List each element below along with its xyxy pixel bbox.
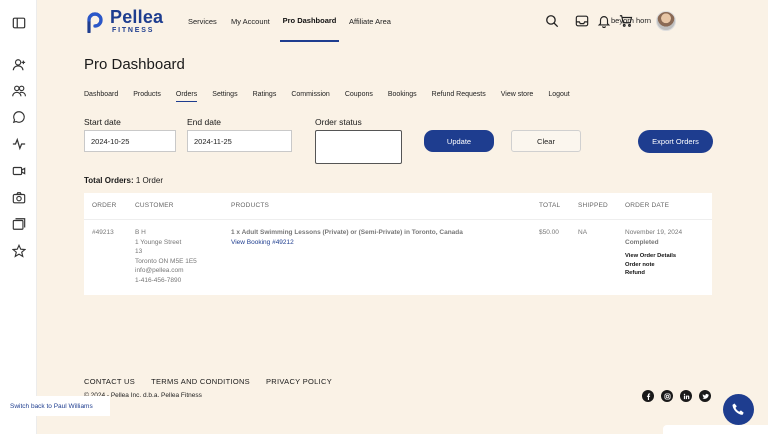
nav-pro-dashboard-label[interactable]: Pro Dashboard — [283, 16, 337, 25]
phone-icon — [732, 403, 744, 415]
subnav-view-store[interactable]: View store — [501, 91, 534, 102]
order-total: $50.00 — [539, 229, 559, 236]
footer-links: CONTACT US TERMS AND CONDITIONS PRIVACY … — [84, 377, 348, 386]
nav-pro-dashboard[interactable]: Pro Dashboard — [280, 0, 339, 42]
activity-icon[interactable] — [11, 136, 26, 151]
chat-icon[interactable] — [11, 109, 26, 124]
start-date-field[interactable]: 2024-10-25 — [84, 130, 176, 152]
header-products: PRODUCTS — [231, 202, 270, 209]
header-shipped: SHIPPED — [578, 202, 608, 209]
nav-services[interactable]: Services — [188, 0, 217, 42]
header-order: ORDER — [92, 202, 117, 209]
nav-my-account-label[interactable]: My Account — [231, 17, 270, 26]
page-title: Pro Dashboard — [84, 56, 185, 73]
nav-services-label[interactable]: Services — [188, 17, 217, 26]
twitter-icon[interactable] — [699, 390, 711, 402]
star-icon[interactable] — [11, 243, 26, 258]
linkedin-icon[interactable] — [680, 390, 692, 402]
brand-logo[interactable]: Pellea FITNESS — [84, 8, 163, 34]
product-cell: 1 x Adult Swimming Lessons (Private) or … — [231, 228, 531, 247]
search-icon[interactable] — [545, 14, 559, 28]
footer-contact-us[interactable]: CONTACT US — [84, 377, 135, 386]
header-divider — [84, 219, 712, 220]
inbox-icon[interactable] — [575, 14, 589, 28]
order-date: November 19, 2024 — [625, 229, 683, 236]
nav-affiliate-area-label[interactable]: Affiliate Area — [349, 17, 391, 26]
subnav-commission[interactable]: Commission — [291, 91, 330, 102]
brand-name: Pellea — [110, 7, 164, 27]
customer-unit: 13 — [135, 248, 143, 255]
brand-subtitle: FITNESS — [112, 27, 155, 34]
subnav-refund-requests[interactable]: Refund Requests — [432, 91, 486, 102]
clear-button[interactable]: Clear — [511, 130, 581, 152]
facebook-icon[interactable] — [642, 390, 654, 402]
end-date-label: End date — [187, 117, 222, 127]
order-number[interactable]: #49213 — [92, 228, 114, 238]
footer-terms[interactable]: TERMS AND CONDITIONS — [151, 377, 250, 386]
subnav-dashboard[interactable]: Dashboard — [84, 91, 118, 102]
avatar[interactable] — [656, 11, 676, 31]
order-status-label: Order status — [315, 117, 362, 127]
camera-icon[interactable] — [11, 190, 26, 205]
order-status-select[interactable] — [315, 130, 402, 164]
subnav-logout[interactable]: Logout — [548, 91, 569, 102]
subnav-ratings[interactable]: Ratings — [253, 91, 277, 102]
social-links — [642, 390, 718, 402]
subnav-products[interactable]: Products — [133, 91, 161, 102]
customer-city: Toronto ON M5E 1E5 — [135, 257, 197, 265]
refund-link[interactable]: Refund — [625, 269, 710, 278]
logo-mark-icon — [87, 12, 103, 33]
orders-table: ORDER CUSTOMER PRODUCTS TOTAL SHIPPED OR… — [84, 193, 712, 295]
instagram-icon[interactable] — [661, 390, 673, 402]
total-orders-label: Total Orders: — [84, 176, 134, 185]
header-customer: CUSTOMER — [135, 202, 174, 209]
total-orders-value: 1 Order — [135, 176, 163, 185]
update-button[interactable]: Update — [424, 130, 494, 152]
product-name: 1 x Adult Swimming Lessons (Private) or … — [231, 229, 463, 236]
windows-icon[interactable] — [11, 216, 26, 231]
users-icon[interactable] — [11, 83, 26, 98]
subnav-settings[interactable]: Settings — [212, 91, 237, 102]
subnav-orders[interactable]: Orders — [175, 91, 198, 102]
customer-name: B H — [135, 229, 146, 236]
chat-widget-tab[interactable] — [663, 425, 768, 434]
nav-my-account[interactable]: My Account — [231, 0, 270, 42]
video-icon[interactable] — [11, 163, 26, 178]
view-order-details-link[interactable]: View Order Details — [625, 252, 710, 261]
dashboard-subnav: Dashboard Products Orders Settings Ratin… — [84, 91, 585, 102]
bell-icon[interactable] — [597, 14, 611, 29]
footer-privacy[interactable]: PRIVACY POLICY — [266, 377, 332, 386]
nav-affiliate-area[interactable]: Affiliate Area — [349, 0, 391, 42]
customer-email: info@pellea.com — [135, 267, 184, 274]
phone-call-button[interactable] — [723, 394, 754, 425]
user-name[interactable]: beyorn horn — [611, 16, 651, 25]
user-add-icon[interactable] — [11, 57, 26, 72]
order-status: Completed — [625, 238, 659, 246]
customer-details: B H 1 Younge Street 13 Toronto ON M5E 1E… — [135, 228, 197, 285]
header-order-date: ORDER DATE — [625, 202, 670, 209]
customer-phone: 1-416-456-7890 — [135, 276, 182, 284]
order-shipped: NA — [578, 229, 588, 236]
customer-street: 1 Younge Street — [135, 238, 182, 246]
view-booking-link[interactable]: View Booking #49212 — [231, 238, 531, 248]
order-date-cell: November 19, 2024 Completed View Order D… — [625, 228, 710, 278]
left-rail — [0, 0, 37, 434]
subnav-bookings[interactable]: Bookings — [388, 91, 417, 102]
end-date-field[interactable]: 2024-11-25 — [187, 130, 292, 152]
start-date-label: Start date — [84, 117, 121, 127]
export-orders-button[interactable]: Export Orders — [638, 130, 713, 153]
header-total: TOTAL — [539, 202, 561, 209]
total-orders: Total Orders: 1 Order — [84, 176, 163, 185]
switch-back-link[interactable]: Switch back to Paul Williams — [0, 396, 110, 416]
sidebar-toggle-icon[interactable] — [11, 15, 26, 30]
subnav-coupons[interactable]: Coupons — [345, 91, 373, 102]
order-note-link[interactable]: Order note — [625, 261, 710, 270]
